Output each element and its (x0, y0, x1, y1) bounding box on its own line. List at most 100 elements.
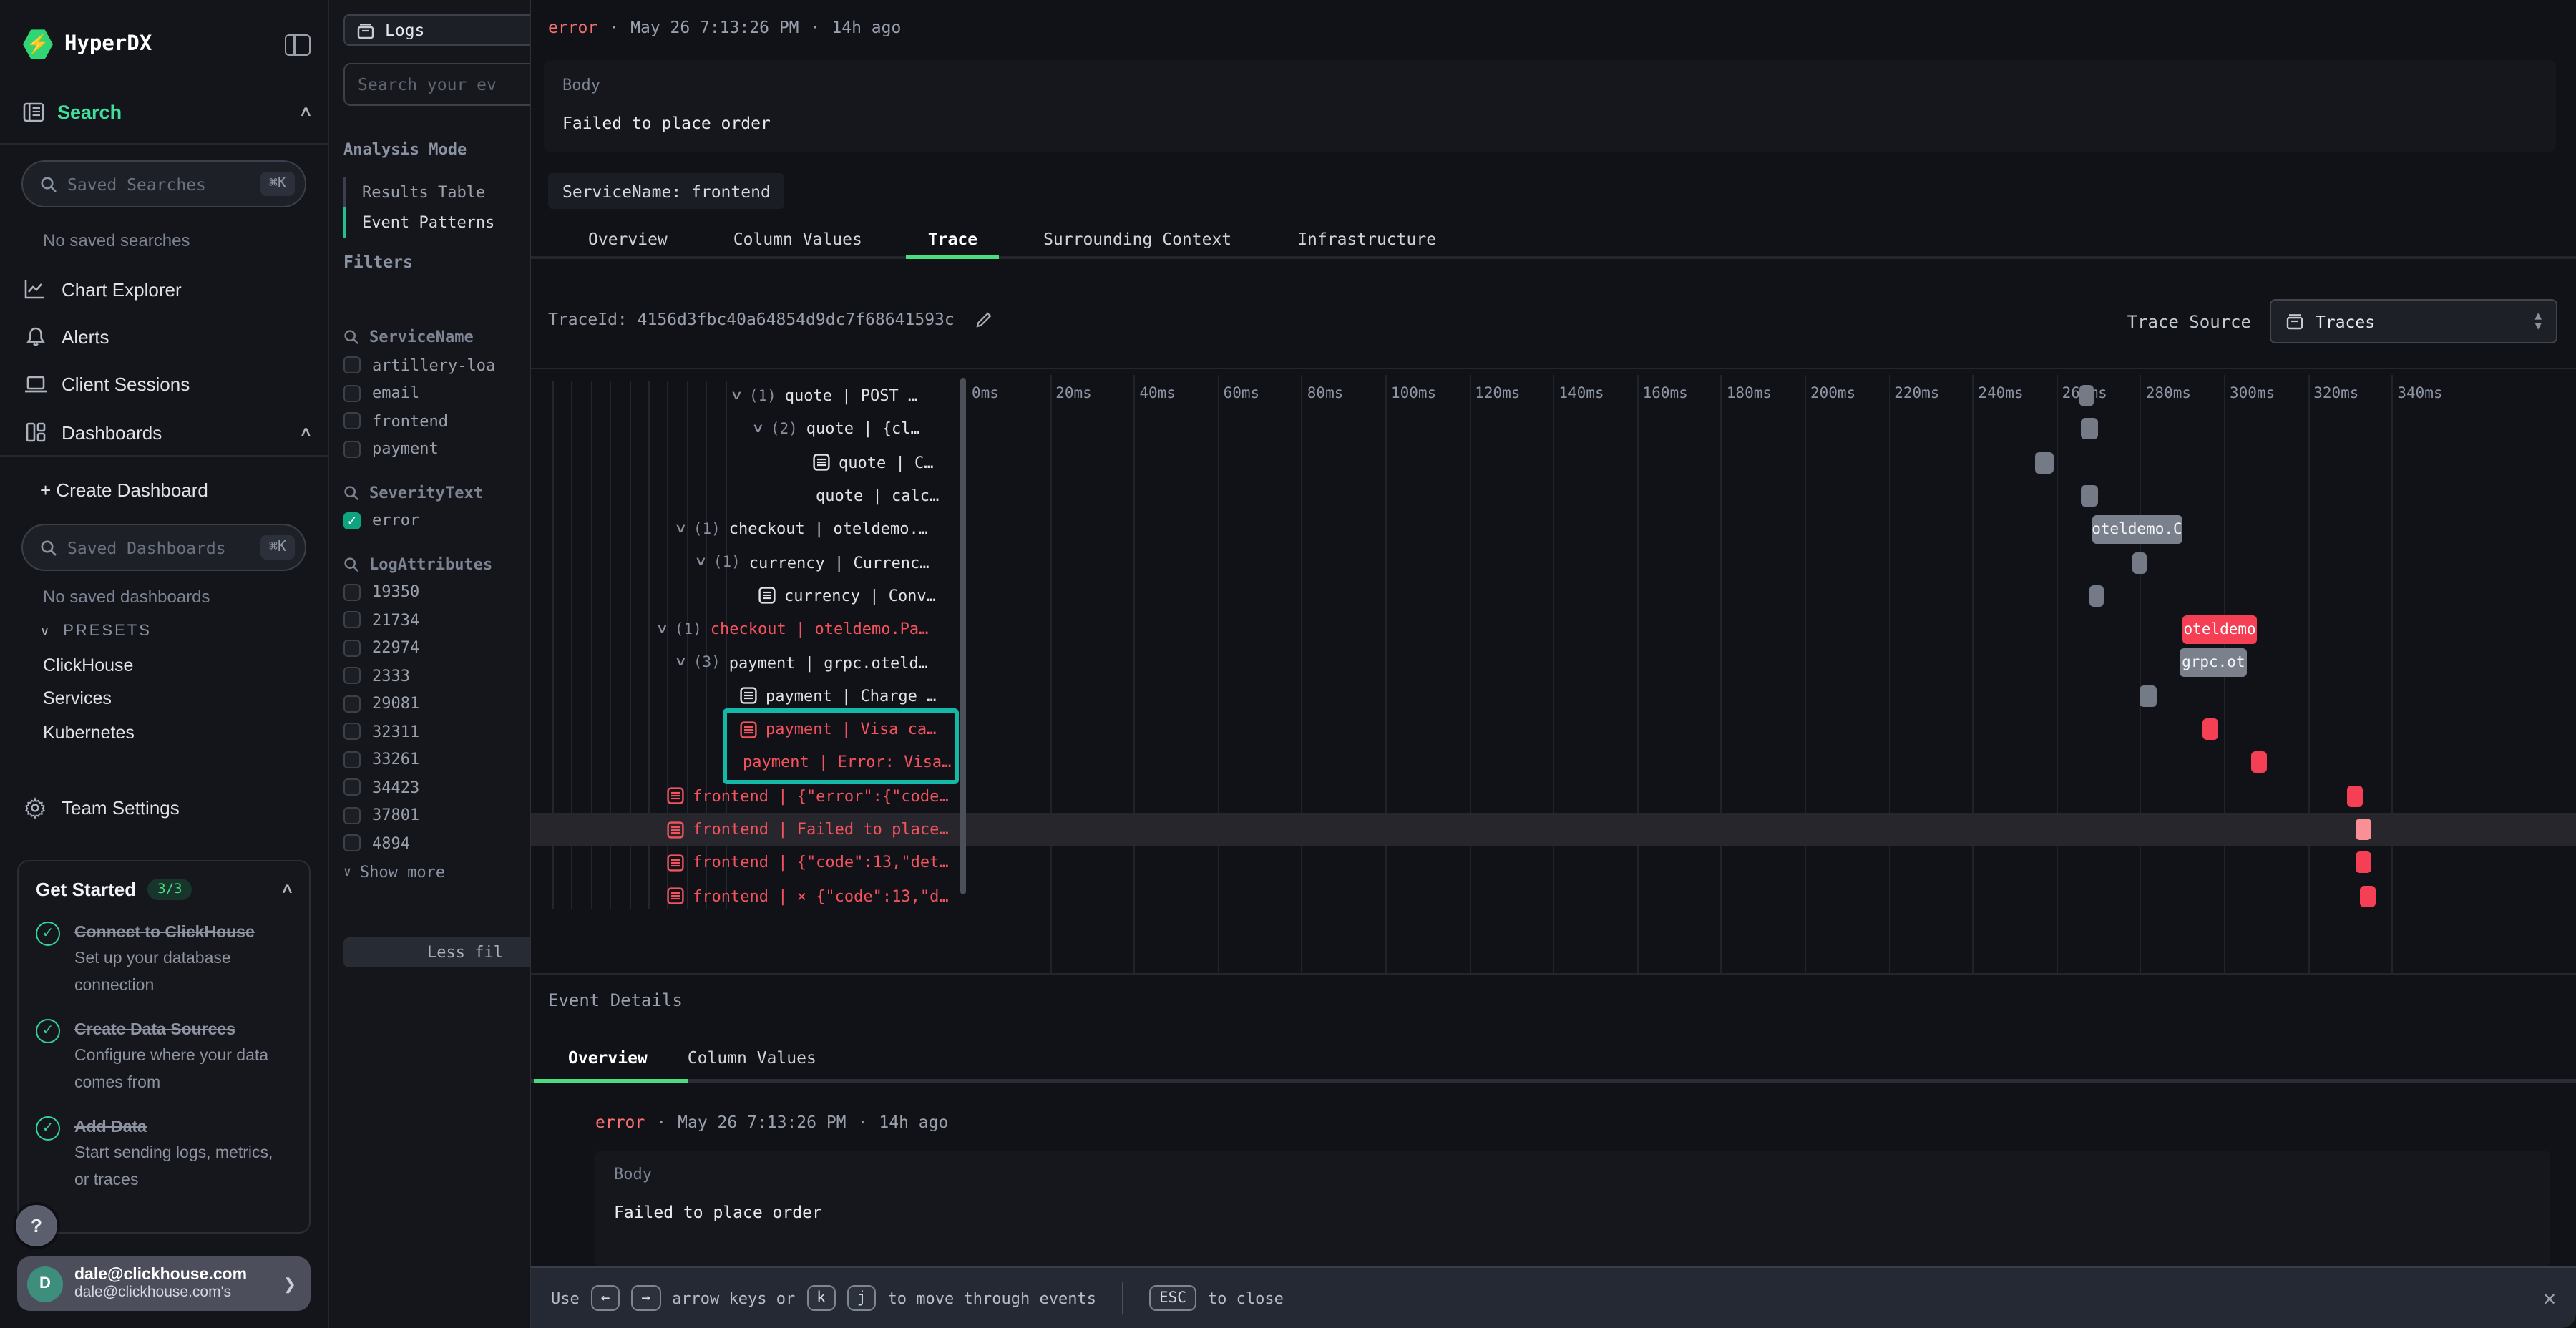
filter-item-22974[interactable]: 22974 (329, 634, 530, 662)
checkbox[interactable] (343, 413, 361, 430)
waterfall-row[interactable]: frontend | Failed to place… (531, 813, 2576, 846)
less-filters-button[interactable]: Less fil (343, 937, 530, 967)
waterfall-row[interactable]: payment | Charge … (531, 679, 2576, 713)
checkbox[interactable] (343, 640, 361, 657)
mode-results-table[interactable]: Results Table (343, 177, 530, 208)
checkbox[interactable] (343, 441, 361, 458)
filter-item-34423[interactable]: 34423 (329, 773, 530, 801)
help-button[interactable]: ? (16, 1205, 57, 1246)
span-bar[interactable] (2079, 385, 2094, 406)
filter-item-33261[interactable]: 33261 (329, 746, 530, 773)
filter-group-header[interactable]: ServiceName (329, 323, 530, 351)
scrollbar[interactable] (960, 378, 966, 894)
filter-item-payment[interactable]: payment (329, 435, 530, 463)
checkbox[interactable] (343, 835, 361, 852)
span-bar[interactable] (2132, 552, 2147, 573)
span-bar[interactable] (2140, 685, 2157, 706)
span-bar[interactable] (2356, 851, 2371, 873)
checkbox[interactable] (343, 584, 361, 601)
waterfall-row[interactable]: currency | Conv… (531, 580, 2576, 613)
checkbox[interactable] (343, 385, 361, 402)
key-right-arrow[interactable]: → (631, 1285, 660, 1311)
filter-item-29081[interactable]: 29081 (329, 690, 530, 718)
checkbox[interactable] (343, 807, 361, 824)
collapse-sidebar-icon[interactable] (285, 34, 311, 55)
span-bar[interactable] (2035, 451, 2054, 473)
filter-item-21734[interactable]: 21734 (329, 606, 530, 634)
chevron-down-icon[interactable]: ∨ (752, 422, 763, 436)
close-icon[interactable]: ✕ (2543, 1285, 2556, 1311)
sidebar-item-clickhouse[interactable]: ClickHouse (43, 655, 133, 675)
tab-overview[interactable]: Overview (555, 223, 701, 256)
filter-item-4894[interactable]: 4894 (329, 829, 530, 857)
waterfall-row[interactable]: ∨(1)checkout | oteldemo.Pa…oteldemo (531, 612, 2576, 646)
tab-trace[interactable]: Trace (895, 223, 1010, 256)
waterfall-row[interactable]: frontend | {"code":13,"det… (531, 846, 2576, 879)
waterfall-row[interactable]: ∨(1)checkout | oteldemo.…oteldemo.C (531, 512, 2576, 546)
waterfall-row[interactable]: ∨(1)currency | Currenc… (531, 546, 2576, 580)
span-bar[interactable]: oteldemo (2182, 615, 2257, 643)
checkbox[interactable] (343, 357, 361, 374)
filter-item-19350[interactable]: 19350 (329, 578, 530, 606)
span-bar[interactable]: oteldemo.C (2092, 514, 2182, 543)
span-bar[interactable] (2360, 885, 2376, 907)
user-menu[interactable]: D dale@clickhouse.com dale@clickhouse.co… (17, 1256, 311, 1311)
span-bar[interactable] (2356, 819, 2371, 840)
sidebar-item-dashboards[interactable]: Dashboards ∧ (23, 416, 311, 448)
filter-item-37801[interactable]: 37801 (329, 801, 530, 829)
span-bar[interactable] (2089, 585, 2104, 607)
sidebar-item-client-sessions[interactable]: Client Sessions (23, 368, 311, 399)
saved-dashboards-input[interactable]: Saved Dashboards ⌘K (21, 524, 306, 571)
get-started-item[interactable]: ✓ Connect to ClickHouse Set up your data… (36, 919, 292, 997)
trace-source-select[interactable]: Traces ▲▼ (2270, 299, 2557, 343)
span-bar[interactable] (2251, 752, 2266, 773)
checkbox[interactable] (343, 695, 361, 713)
tab-column-values[interactable]: Column Values (701, 223, 895, 256)
key-left-arrow[interactable]: ← (591, 1285, 620, 1311)
saved-searches-input[interactable]: Saved Searches ⌘K (21, 160, 306, 208)
waterfall-row[interactable]: ∨(3)payment | grpc.oteld…grpc.ot (531, 646, 2576, 680)
show-more-button[interactable]: ∨Show more (329, 857, 530, 887)
key-j[interactable]: j (847, 1285, 877, 1311)
chevron-up-icon[interactable]: ∧ (279, 882, 294, 897)
checkbox[interactable]: ✓ (343, 512, 361, 529)
span-bar[interactable] (2348, 785, 2363, 806)
span-bar[interactable]: grpc.ot (2180, 648, 2247, 677)
filter-item-email[interactable]: email (329, 379, 530, 407)
checkbox[interactable] (343, 751, 361, 768)
filter-item-2333[interactable]: 2333 (329, 662, 530, 690)
chevron-down-icon[interactable]: ∨ (675, 522, 686, 537)
filter-group-header[interactable]: LogAttributes (329, 550, 530, 578)
chevron-down-icon[interactable]: ∨ (695, 555, 706, 570)
mode-event-patterns[interactable]: Event Patterns (343, 208, 530, 238)
edit-pencil-icon[interactable] (975, 310, 993, 328)
presets-header[interactable]: ∨ PRESETS (40, 622, 152, 640)
chevron-down-icon[interactable]: ∨ (675, 655, 686, 670)
filter-group-header[interactable]: SeverityText (329, 479, 530, 507)
create-dashboard-button[interactable]: + Create Dashboard (40, 474, 311, 505)
waterfall-row[interactable]: ∨(1)quote | POST … (531, 379, 2576, 413)
evd-tab-overview[interactable]: Overview (548, 1042, 668, 1073)
waterfall-row[interactable]: frontend | {"error":{"code… (531, 779, 2576, 813)
sidebar-item-services[interactable]: Services (43, 688, 112, 708)
filter-item-frontend[interactable]: frontend (329, 407, 530, 435)
span-bar[interactable] (2082, 485, 2098, 507)
get-started-item[interactable]: ✓ Create Data Sources Configure where yo… (36, 1016, 292, 1095)
checkbox[interactable] (343, 723, 361, 741)
sidebar-item-chart-explorer[interactable]: Chart Explorer (23, 273, 311, 305)
get-started-item[interactable]: ✓ Add Data Start sending logs, metrics, … (36, 1113, 292, 1192)
sidebar-item-search[interactable]: Search ∧ (23, 96, 311, 127)
chevron-down-icon[interactable]: ∨ (656, 622, 668, 636)
tab-infrastructure[interactable]: Infrastructure (1264, 223, 1469, 256)
evd-tab-column-values[interactable]: Column Values (668, 1042, 836, 1073)
filter-item-32311[interactable]: 32311 (329, 718, 530, 746)
chevron-down-icon[interactable]: ∨ (731, 389, 742, 403)
checkbox[interactable] (343, 668, 361, 685)
sidebar-item-team-settings[interactable]: Team Settings (23, 791, 311, 823)
source-select-button[interactable]: Logs (343, 14, 530, 46)
waterfall-row[interactable]: ∨(2)quote | {cl… (531, 413, 2576, 446)
key-k[interactable]: k (806, 1285, 836, 1311)
waterfall-row[interactable]: frontend | × {"code":13,"d… (531, 879, 2576, 913)
filter-item-artillery-loa[interactable]: artillery-loa (329, 351, 530, 379)
span-bar[interactable] (2203, 718, 2219, 740)
